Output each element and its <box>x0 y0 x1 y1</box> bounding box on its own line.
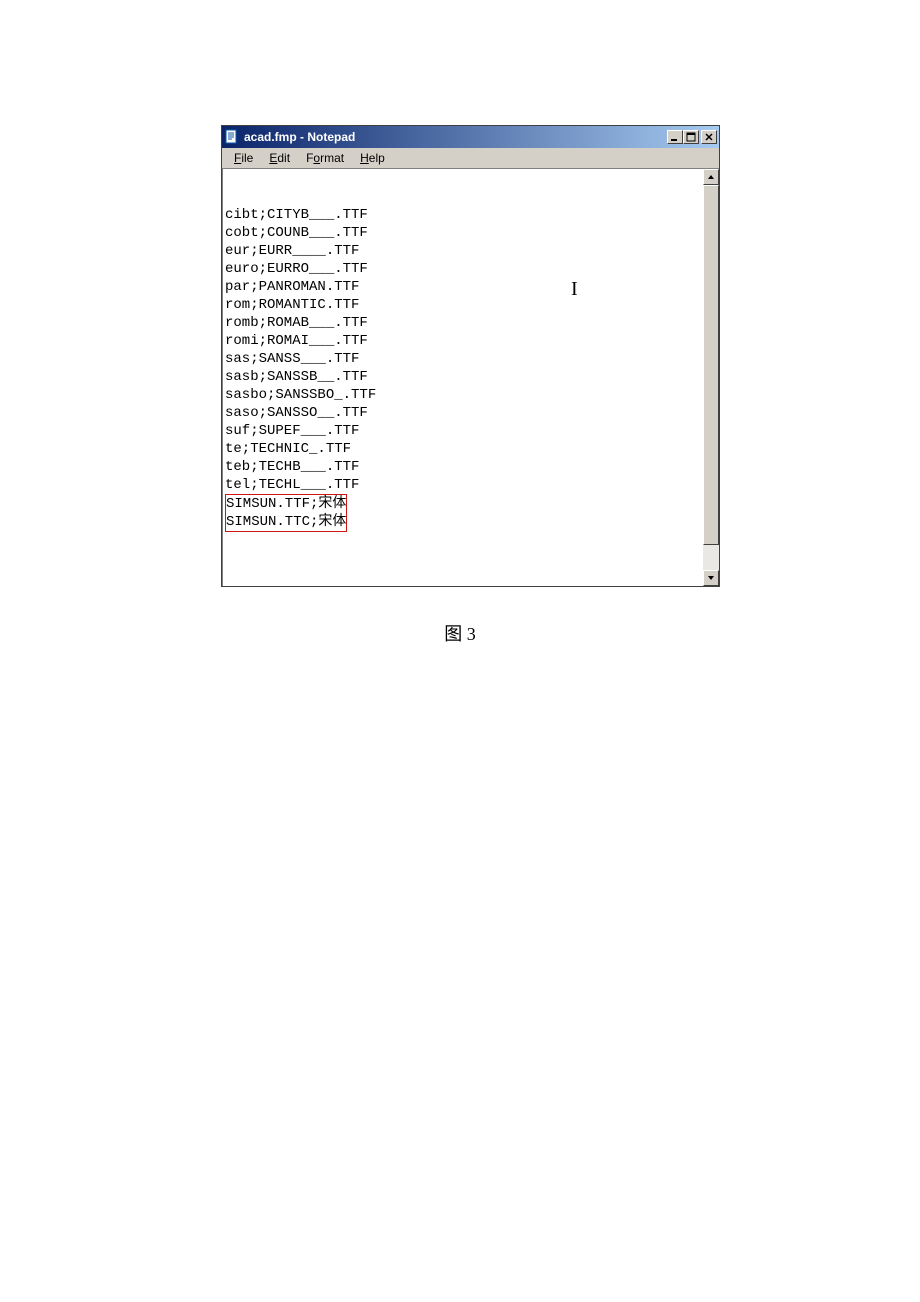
text-line: saso;SANSSO__.TTF <box>225 404 700 422</box>
vertical-scrollbar[interactable] <box>702 169 719 586</box>
text-content[interactable]: cibt;CITYB___.TTFcobt;COUNB___.TTFeur;EU… <box>223 169 702 586</box>
menu-help[interactable]: Help <box>352 149 393 167</box>
text-line: par;PANROMAN.TTF <box>225 278 700 296</box>
menu-file[interactable]: File <box>226 149 261 167</box>
menubar: File Edit Format Help <box>222 148 719 168</box>
titlebar[interactable]: acad.fmp - Notepad <box>222 126 719 148</box>
notepad-icon <box>224 129 240 145</box>
text-line: rom;ROMANTIC.TTF <box>225 296 700 314</box>
text-line: sasbo;SANSSBO_.TTF <box>225 386 700 404</box>
highlighted-text: SIMSUN.TTF;宋体SIMSUN.TTC;宋体 <box>225 494 347 532</box>
notepad-window: acad.fmp - Notepad File Edit Format Help… <box>221 125 720 587</box>
figure-caption: 图 3 <box>0 620 920 646</box>
editor-area: cibt;CITYB___.TTFcobt;COUNB___.TTFeur;EU… <box>222 168 719 586</box>
text-line: suf;SUPEF___.TTF <box>225 422 700 440</box>
scroll-down-button[interactable] <box>703 570 719 586</box>
menu-format[interactable]: Format <box>298 149 352 167</box>
text-line: teb;TECHB___.TTF <box>225 458 700 476</box>
menu-edit[interactable]: Edit <box>261 149 298 167</box>
text-line: sasb;SANSSB__.TTF <box>225 368 700 386</box>
text-line: SIMSUN.TTF;宋体 <box>226 495 346 513</box>
text-line: SIMSUN.TTC;宋体 <box>226 513 346 531</box>
text-line: cobt;COUNB___.TTF <box>225 224 700 242</box>
maximize-button[interactable] <box>683 130 699 144</box>
scroll-track[interactable] <box>703 185 719 570</box>
text-line: te;TECHNIC_.TTF <box>225 440 700 458</box>
text-line: sas;SANSS___.TTF <box>225 350 700 368</box>
text-line: romi;ROMAI___.TTF <box>225 332 700 350</box>
text-line: cibt;CITYB___.TTF <box>225 206 700 224</box>
text-line: euro;EURRO___.TTF <box>225 260 700 278</box>
scroll-up-button[interactable] <box>703 169 719 185</box>
close-button[interactable] <box>701 130 717 144</box>
text-line: eur;EURR____.TTF <box>225 242 700 260</box>
text-line: tel;TECHL___.TTF <box>225 476 700 494</box>
minimize-button[interactable] <box>667 130 683 144</box>
text-line: romb;ROMAB___.TTF <box>225 314 700 332</box>
window-title: acad.fmp - Notepad <box>244 130 667 144</box>
scroll-thumb[interactable] <box>703 185 719 545</box>
window-controls <box>667 130 717 144</box>
